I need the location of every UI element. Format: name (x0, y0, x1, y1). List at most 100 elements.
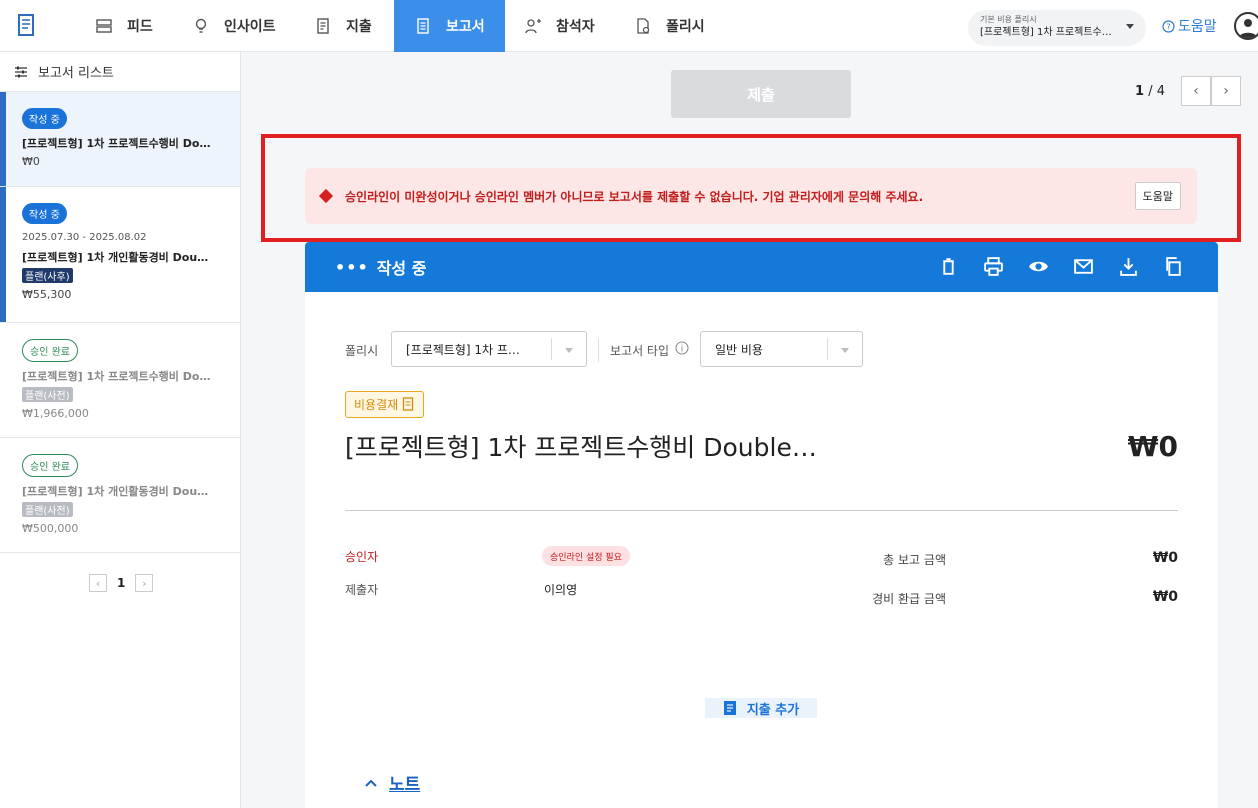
report-list-header: 보고서 리스트 (0, 52, 240, 92)
expense-approval-badge: 비용결재 (345, 391, 425, 418)
nav-attendees[interactable]: 참석자 (524, 0, 614, 52)
dropdown-divider (551, 338, 552, 360)
prev-report-button[interactable]: ‹ (1181, 76, 1211, 106)
report-actions (938, 256, 1184, 277)
selected-indicator (0, 92, 6, 186)
report-type-value: 일반 비용 (715, 342, 763, 357)
report-page-info: 1 / 4 (1135, 84, 1165, 99)
prev-page-button[interactable]: ‹ (89, 574, 107, 592)
submitter-value: 이의영 (544, 583, 578, 597)
default-policy-value: [프로젝트형] 1차 프로젝트수… (980, 27, 1112, 38)
status-badge: 작성 중 (22, 203, 67, 224)
report-card-title: [프로젝트형] 1차 프로젝트수행비 Do… (22, 370, 211, 383)
chevron-left-icon: ‹ (1193, 83, 1199, 99)
add-expense-label: 지출 추가 (746, 702, 800, 718)
nav-report[interactable]: 보고서 (394, 0, 505, 52)
policy-dropdown-value: [프로젝트형] 1차 프… (406, 342, 520, 357)
add-expense-button[interactable]: 지출 추가 (705, 698, 817, 718)
nav-insight-label: 인사이트 (224, 19, 276, 35)
report-list-sidebar: 보고서 리스트 작성 중 [프로젝트형] 1차 프로젝트수행비 Do… ₩0 작… (0, 52, 241, 808)
report-total-amount: ₩0 (1127, 430, 1178, 463)
report-pager: ‹ › (1181, 76, 1241, 106)
plan-tag: 플랜(사전) (22, 387, 73, 402)
top-nav: 피드 인사이트 지출 보고서 참석자 폴리시 기본 비용 폴리시 [프로젝트형]… (0, 0, 1258, 52)
svg-text:?: ? (1166, 22, 1170, 31)
nav-insight[interactable]: 인사이트 (192, 0, 302, 52)
nav-attendees-label: 참석자 (556, 19, 595, 35)
alert-help-button[interactable]: 도움말 (1134, 182, 1181, 210)
dropdown-divider (827, 338, 828, 360)
nav-policy[interactable]: 폴리시 (634, 0, 724, 52)
question-circle-icon: ? (1162, 19, 1175, 33)
chevron-down-icon (841, 348, 849, 353)
total-report-amount-label: 총 보고 금액 (883, 553, 946, 567)
next-report-button[interactable]: › (1211, 76, 1241, 106)
mail-icon[interactable] (1073, 256, 1094, 277)
print-icon[interactable] (983, 256, 1004, 277)
nav-feed[interactable]: 피드 (95, 0, 185, 52)
report-card-amount: ₩1,966,000 (22, 407, 89, 420)
report-type-dropdown[interactable]: 일반 비용 (700, 331, 863, 367)
user-avatar-icon (1239, 19, 1257, 38)
chevron-up-icon (365, 779, 377, 787)
download-icon[interactable] (1118, 256, 1139, 277)
report-panel: ••• 작성 중 폴리시 [프로젝트형] 1차 프… 보고서 타입 i 일반 비… (305, 242, 1218, 808)
report-card-amount: ₩0 (22, 155, 40, 168)
report-card-title: [프로젝트형] 1차 프로젝트수행비 Do… (22, 137, 211, 150)
submit-button[interactable]: 제출 (671, 70, 851, 118)
plan-tag: 플랜(사전) (22, 502, 73, 517)
report-status: 작성 중 (376, 259, 427, 278)
eye-icon[interactable] (1028, 256, 1049, 277)
report-card[interactable]: 작성 중 [프로젝트형] 1차 프로젝트수행비 Do… ₩0 (0, 92, 240, 187)
help-label: 도움말 (1178, 19, 1217, 35)
report-header: ••• 작성 중 (305, 242, 1218, 292)
refund-amount-value: ₩0 (1152, 589, 1178, 605)
main-content: 제출 1 / 4 ‹ › 승인라인이 미완성이거나 승인라인 멤버가 아니므로 … (241, 52, 1258, 808)
app-logo-icon[interactable] (14, 12, 38, 40)
note-label: 노트 (389, 775, 421, 795)
svg-text:i: i (681, 345, 684, 355)
submitter-label: 제출자 (345, 583, 379, 597)
default-policy-select[interactable]: 기본 비용 폴리시 [프로젝트형] 1차 프로젝트수… (968, 10, 1146, 46)
report-card[interactable]: 승인 완료 [프로젝트형] 1차 개인활동경비 Dou… 플랜(사전) ₩500… (0, 438, 240, 553)
report-card[interactable]: 작성 중 2025.07.30 - 2025.08.02 [프로젝트형] 1차 … (0, 187, 240, 323)
next-page-button[interactable]: › (135, 574, 154, 592)
copy-icon[interactable] (1163, 256, 1184, 277)
chevron-down-icon (1126, 24, 1134, 29)
receipt-icon (317, 18, 329, 34)
info-icon[interactable]: i (675, 341, 689, 355)
report-title[interactable]: [프로젝트형] 1차 프로젝트수행비 Double… (345, 428, 817, 464)
status-badge: 승인 완료 (22, 339, 78, 362)
total-report-amount-value: ₩0 (1152, 550, 1178, 566)
avatar[interactable] (1234, 12, 1258, 40)
policy-dropdown[interactable]: [프로젝트형] 1차 프… (391, 331, 587, 367)
nav-expense[interactable]: 지출 (314, 0, 394, 52)
nav-expense-label: 지출 (346, 19, 372, 35)
document-icon (403, 397, 414, 411)
more-options-icon[interactable]: ••• (335, 258, 369, 277)
report-card-amount: ₩55,300 (22, 288, 72, 301)
alert-message: 승인라인이 미완성이거나 승인라인 멤버가 아니므로 보고서를 제출할 수 없습… (345, 189, 924, 204)
plan-tag: 플랜(사후) (22, 268, 73, 283)
approval-line-needed-tag[interactable]: 승인라인 설정 필요 (542, 546, 630, 566)
report-card-amount: ₩500,000 (22, 522, 79, 535)
sidebar-pager: ‹ 1 › (89, 574, 154, 592)
filter-sliders-icon[interactable] (14, 65, 28, 79)
policy-field-label: 폴리시 (345, 344, 379, 358)
field-divider (598, 338, 599, 362)
nav-feed-label: 피드 (127, 19, 153, 35)
lightbulb-icon (195, 18, 207, 33)
report-icon (417, 18, 429, 34)
report-card[interactable]: 승인 완료 [프로젝트형] 1차 프로젝트수행비 Do… 플랜(사전) ₩1,9… (0, 323, 240, 438)
chevron-down-icon (565, 348, 573, 353)
error-alert: 승인라인이 미완성이거나 승인라인 멤버가 아니므로 보고서를 제출할 수 없습… (305, 168, 1197, 224)
policy-icon (637, 18, 650, 34)
trash-icon[interactable] (938, 256, 959, 277)
receipt-add-icon (723, 701, 736, 715)
nav-report-label: 보고서 (446, 19, 485, 35)
chevron-right-icon: › (1223, 83, 1229, 99)
note-toggle[interactable]: 노트 (365, 770, 420, 795)
help-link[interactable]: ? 도움말 (1162, 16, 1217, 36)
selected-indicator (0, 187, 6, 322)
report-card-title: [프로젝트형] 1차 개인활동경비 Dou… (22, 251, 209, 264)
